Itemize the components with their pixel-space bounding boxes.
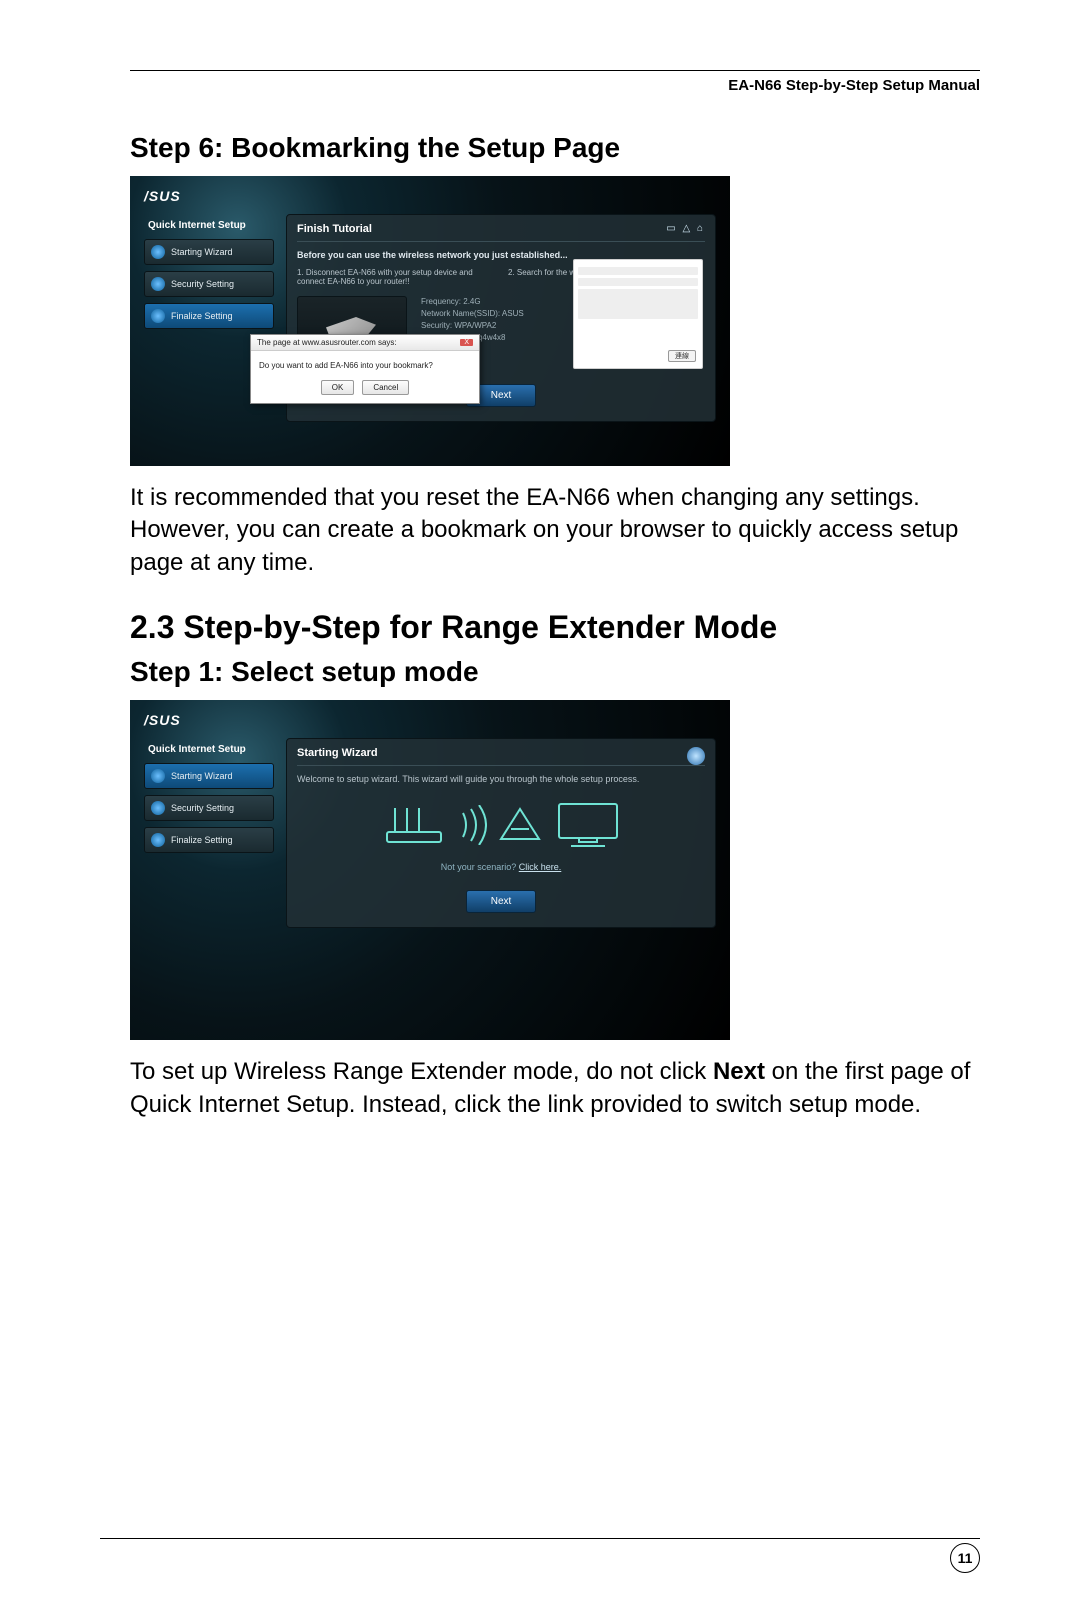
wifi-connect-button[interactable]: 連線: [668, 350, 696, 362]
dot-icon: [151, 769, 165, 783]
close-icon[interactable]: X: [460, 339, 473, 346]
step6-body: It is recommended that you reset the EA-…: [130, 482, 980, 579]
cancel-button[interactable]: Cancel: [362, 380, 409, 395]
sidebar-item-label: Finalize Setting: [171, 835, 233, 845]
screenshot-starting-wizard: /SUS Quick Internet Setup Starting Wizar…: [130, 700, 730, 1040]
bookmark-dialog: The page at www.asusrouter.com says: X D…: [250, 334, 480, 404]
ok-button[interactable]: OK: [321, 380, 355, 395]
dot-icon: [151, 277, 165, 291]
titlebar-icons: ▭ △ ⌂: [666, 223, 705, 234]
sidebar-item-finalize[interactable]: Finalize Setting: [144, 827, 274, 853]
wifi-popup: 連線: [573, 259, 703, 369]
sidebar-item-starting[interactable]: Starting Wizard: [144, 239, 274, 265]
monitor-icon: [553, 800, 623, 850]
sidebar-item-security[interactable]: Security Setting: [144, 271, 274, 297]
panel-title: Finish Tutorial: [297, 223, 705, 241]
body-bold: Next: [713, 1058, 765, 1085]
header-rule: [130, 70, 980, 71]
extender-icon: [497, 805, 543, 845]
page-number: 11: [950, 1543, 980, 1573]
scenario-text: Not your scenario?: [441, 862, 519, 872]
instruction-1: 1. Disconnect EA-N66 with your setup dev…: [297, 268, 494, 286]
sidebar: Quick Internet Setup Starting Wizard Sec…: [144, 738, 274, 928]
dot-icon: [151, 309, 165, 323]
sidebar-item-finalize[interactable]: Finalize Setting: [144, 303, 274, 329]
dot-icon: [151, 245, 165, 259]
panel-title: Starting Wizard: [297, 747, 705, 765]
scenario-link-row: Not your scenario? Click here.: [297, 862, 705, 872]
topology-diagram: [297, 800, 705, 850]
sidebar-item-label: Security Setting: [171, 279, 234, 289]
sidebar-item-label: Starting Wizard: [171, 247, 233, 257]
click-here-link[interactable]: Click here.: [519, 862, 562, 872]
page-header: EA-N66 Step-by-Step Setup Manual: [130, 77, 980, 94]
dot-icon: [151, 833, 165, 847]
main-panel: Starting Wizard Welcome to setup wizard.…: [286, 738, 716, 928]
sidebar-item-starting[interactable]: Starting Wizard: [144, 763, 274, 789]
wifi-waves-icon: [459, 805, 487, 845]
sidebar-item-label: Starting Wizard: [171, 771, 233, 781]
router-icon: [379, 802, 449, 848]
dot-icon: [151, 801, 165, 815]
step1-body: To set up Wireless Range Extender mode, …: [130, 1056, 980, 1121]
sidebar-item-security[interactable]: Security Setting: [144, 795, 274, 821]
asus-logo: /SUS: [144, 712, 716, 728]
body-text: To set up Wireless Range Extender mode, …: [130, 1058, 713, 1085]
step1-title: Step 1: Select setup mode: [130, 656, 980, 688]
sidebar-item-label: Security Setting: [171, 803, 234, 813]
sidebar-head: Quick Internet Setup: [144, 738, 274, 763]
dialog-title: The page at www.asusrouter.com says:: [257, 338, 397, 347]
sidebar-head: Quick Internet Setup: [144, 214, 274, 239]
next-button[interactable]: Next: [466, 890, 536, 913]
section-title: 2.3 Step-by-Step for Range Extender Mode: [130, 609, 980, 646]
footer-rule: [100, 1538, 980, 1539]
dialog-body: Do you want to add EA-N66 into your book…: [251, 351, 479, 380]
panel-subtitle: Welcome to setup wizard. This wizard wil…: [297, 774, 705, 784]
step6-title: Step 6: Bookmarking the Setup Page: [130, 132, 980, 164]
sidebar-item-label: Finalize Setting: [171, 311, 233, 321]
screenshot-bookmark-dialog: /SUS Quick Internet Setup Starting Wizar…: [130, 176, 730, 466]
asus-logo: /SUS: [144, 188, 716, 204]
